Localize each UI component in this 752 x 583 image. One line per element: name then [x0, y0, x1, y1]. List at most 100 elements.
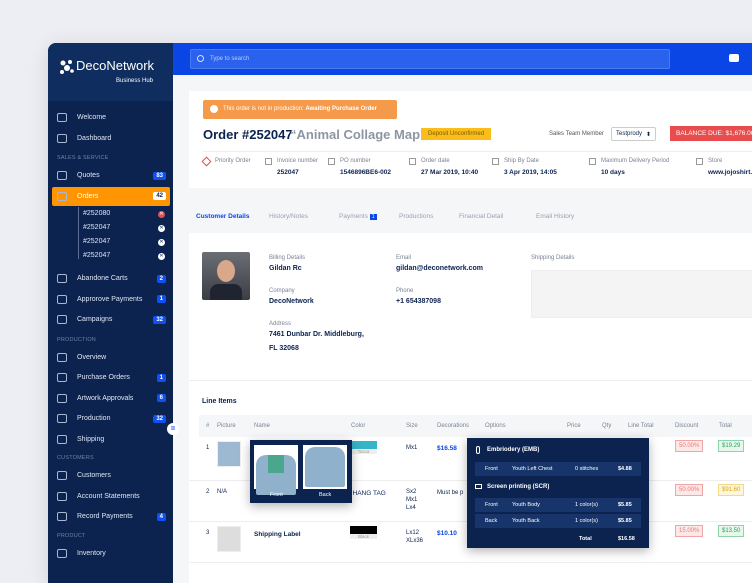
sidebar-item-label: Purchase Orders	[77, 374, 130, 381]
sidebar-item-inventory[interactable]: Inventory	[52, 544, 170, 563]
divider	[203, 151, 752, 152]
color-swatch	[350, 441, 377, 449]
order-title: Order #252047	[203, 127, 293, 142]
brand-name: DecoNetwork	[76, 58, 155, 73]
product-thumbnail[interactable]	[217, 441, 241, 467]
tab-email-history[interactable]: Email History	[536, 213, 574, 220]
column-header: #	[206, 423, 210, 429]
sidebar-item-dashboard[interactable]: Dashboard	[52, 129, 170, 148]
nav-icon	[57, 434, 67, 444]
meta-icon	[328, 158, 335, 165]
meta-value: 1546896BE6-002	[340, 169, 391, 176]
sidebar-item-overview[interactable]: Overview	[52, 348, 170, 367]
search-placeholder: Type to search	[210, 56, 250, 62]
decorations-link[interactable]: $10.10	[437, 530, 457, 537]
close-icon[interactable]: ✕	[158, 239, 165, 246]
color-label: Black	[350, 534, 377, 539]
sidebar-item-customers[interactable]: Customers	[52, 466, 170, 485]
sidebar-item-approrove-payments[interactable]: Approrove Payments 1	[52, 290, 170, 309]
sidebar-item-welcome[interactable]: Welcome	[52, 108, 170, 127]
deposit-badge: Deposit Unconfirmed	[421, 128, 492, 140]
sidebar-item-label: Customers	[77, 472, 111, 479]
sales-member-select[interactable]: Testprody ⬍	[611, 127, 656, 141]
sidebar-item-orders[interactable]: Orders 42	[52, 186, 170, 206]
nav-icon	[57, 471, 67, 480]
sidebar-item-purchase-orders[interactable]: Purchase Orders 1	[52, 368, 170, 387]
meta-label: PO number	[340, 158, 371, 164]
search-input[interactable]: Type to search	[190, 49, 670, 69]
order-sub-item[interactable]: #252047	[83, 238, 110, 245]
meta-icon	[201, 156, 212, 167]
meta-label: Order date	[421, 158, 450, 164]
collapse-sidebar-button[interactable]: =	[167, 423, 179, 435]
tab-customer-details[interactable]: Customer Details	[196, 213, 249, 220]
close-icon[interactable]: ✕	[158, 253, 165, 260]
column-header: Decorations	[437, 423, 470, 429]
customer-email: gildan@deconetwork.com	[396, 265, 483, 272]
sidebar-item-production[interactable]: Production 32	[52, 409, 170, 428]
picture-na: N/A	[217, 489, 228, 495]
order-sub-item[interactable]: #252047	[83, 252, 110, 259]
price: $4.88	[618, 466, 632, 472]
count-badge: 6	[156, 394, 166, 402]
sidebar-item-label: Account Statements	[77, 492, 140, 500]
sidebar-item-record-payments[interactable]: Record Payments 4	[52, 507, 170, 526]
chat-icon[interactable]	[729, 54, 739, 62]
back-image[interactable]	[303, 445, 347, 489]
column-header: Color	[351, 423, 366, 429]
sidebar-item-quotes[interactable]: Quotes 83	[52, 166, 170, 185]
sidebar-item-label: Artwork Approvals	[77, 394, 134, 402]
sidebar-item-artwork-approvals[interactable]: Artwork Approvals 6	[52, 389, 170, 408]
divider	[189, 380, 752, 381]
product-thumbnail[interactable]	[217, 526, 241, 552]
embroidery-icon	[476, 446, 480, 454]
row-number: 3	[206, 530, 210, 536]
search-icon	[197, 55, 204, 62]
column-header: Line Total	[628, 423, 654, 429]
count-badge: 83	[153, 171, 166, 180]
nav-icon	[57, 191, 67, 201]
column-header: Name	[254, 423, 271, 429]
meta-icon	[696, 158, 703, 165]
sidebar-item-abandone-carts[interactable]: Abandone Carts 2	[52, 269, 170, 288]
front-image[interactable]	[254, 445, 298, 495]
section-title: PRODUCTION	[57, 336, 96, 343]
tab-label: Productions	[399, 213, 434, 220]
tab-history-notes[interactable]: History/Notes	[269, 213, 308, 220]
logo: DecoNetwork Business Hub	[48, 43, 173, 101]
screen-printing-title: Screen printing (SCR)	[487, 484, 550, 490]
tab-label: History/Notes	[269, 213, 309, 220]
tab-label: Customer Details	[196, 213, 250, 220]
close-icon[interactable]: ✕	[158, 211, 165, 218]
tab-payments[interactable]: Payments 1	[339, 213, 377, 220]
meta-label: Ship By Date	[504, 158, 540, 164]
tab-badge: 1	[369, 214, 377, 220]
meta-2: PO number 1546896BE6-002	[328, 158, 391, 176]
customer-phone-label: Phone	[396, 288, 414, 294]
order-sub-item[interactable]: #252047	[83, 224, 110, 231]
discount-badge: 50.00%	[675, 484, 704, 496]
count-badge: 32	[153, 414, 166, 423]
tab-productions[interactable]: Productions	[399, 213, 433, 220]
sidebar-item-shipping[interactable]: Shipping	[52, 430, 170, 449]
decoration-popup: Embriodery (EMB) Front Youth Left Chest 0 s…	[467, 438, 649, 548]
sidebar-item-account-statements[interactable]: Account Statements	[52, 487, 170, 506]
size: Lx12	[406, 530, 420, 536]
section-title: PRODUCT	[57, 532, 86, 539]
section-title: CUSTOMERS	[57, 455, 94, 461]
nav-icon	[57, 171, 67, 180]
decoration-row: Back Youth Back 1 color(s) $5.85	[475, 514, 641, 528]
tab-financial-detail[interactable]: Financial Detail	[459, 213, 503, 220]
close-icon[interactable]: ✕	[158, 225, 165, 232]
count-badge: 1	[156, 295, 166, 303]
size: Mx1	[406, 445, 418, 451]
order-sub-item[interactable]: #252080	[83, 210, 110, 217]
position: Back	[485, 518, 498, 524]
sidebar-item-campaigns[interactable]: Campaigns 32	[52, 310, 170, 329]
tab-label: Email History	[536, 213, 575, 220]
meta-value: www.jojoshirt.com	[708, 169, 752, 176]
order-header: This order is not in production: Awaitin…	[189, 91, 752, 188]
decorations-link[interactable]: $16.58	[437, 445, 457, 452]
row-number: 2	[206, 489, 210, 495]
meta-4: Ship By Date 3 Apr 2019, 14:05	[492, 158, 557, 176]
